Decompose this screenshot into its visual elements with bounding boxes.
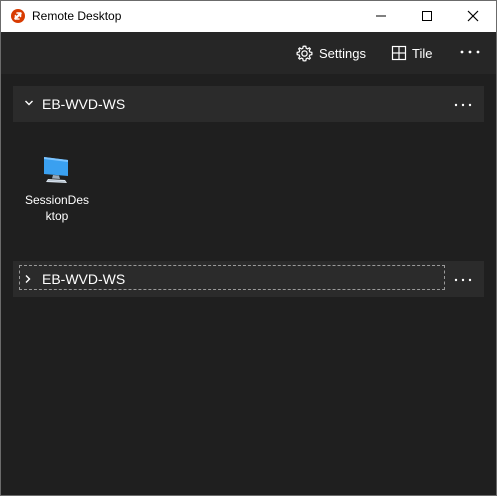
chevron-down-icon[interactable] — [24, 99, 34, 107]
chevron-right-icon[interactable] — [24, 274, 32, 284]
session-desktop-label: SessionDes ktop — [23, 192, 91, 224]
close-button[interactable] — [450, 1, 496, 32]
group-more-options-button[interactable] — [453, 273, 473, 285]
workspace-group-name: EB-WVD-WS — [42, 271, 126, 287]
workspace-group-header[interactable]: EB-WVD-WS — [13, 86, 484, 122]
tile-label: Tile — [412, 45, 433, 61]
settings-label: Settings — [319, 45, 366, 61]
more-horizontal-icon — [460, 50, 480, 54]
minimize-button[interactable] — [358, 1, 404, 32]
close-icon — [467, 10, 479, 22]
maximize-button[interactable] — [404, 1, 450, 32]
more-options-button[interactable] — [459, 44, 481, 60]
title-bar[interactable]: Remote Desktop — [1, 1, 496, 32]
settings-button[interactable]: Settings — [295, 40, 366, 66]
remote-desktop-logo-icon — [11, 9, 25, 23]
toolbar: Settings Tile — [1, 32, 496, 74]
group-more-options-button[interactable] — [453, 98, 473, 110]
remote-desktop-window: Remote Desktop Settings Tile EB-WVD-WS S… — [0, 0, 497, 496]
window-title: Remote Desktop — [32, 9, 122, 23]
gear-icon — [296, 44, 313, 62]
tile-view-button[interactable]: Tile — [391, 40, 432, 66]
grid-icon — [391, 45, 407, 61]
session-desktop-label-line2: ktop — [45, 209, 69, 223]
desktop-monitor-icon — [44, 157, 68, 183]
session-desktop-tile[interactable]: SessionDes ktop — [23, 151, 91, 231]
minimize-icon — [376, 15, 386, 17]
more-horizontal-icon — [454, 103, 472, 107]
more-horizontal-icon — [454, 278, 472, 282]
session-desktop-label-line1: SessionDes — [24, 193, 90, 207]
workspace-group-header-collapsed[interactable]: EB-WVD-WS — [13, 261, 484, 297]
maximize-icon — [422, 11, 432, 21]
workspace-group-name: EB-WVD-WS — [42, 96, 126, 112]
